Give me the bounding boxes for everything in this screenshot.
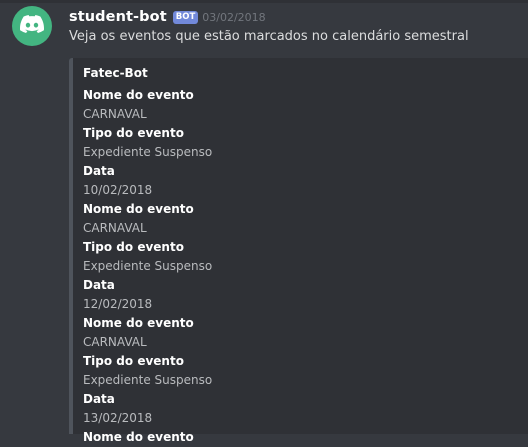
event-name-value: CARNAVAL xyxy=(83,335,147,349)
message-timestamp: 03/02/2018 xyxy=(202,10,266,24)
embed-fields: Nome do evento CARNAVAL Tipo do evento E… xyxy=(83,86,523,447)
message-content: Veja os eventos que estão marcados no ca… xyxy=(69,29,469,44)
username[interactable]: student-bot xyxy=(69,9,167,25)
message-header: student-bot BOT 03/02/2018 xyxy=(69,6,266,28)
avatar[interactable] xyxy=(12,6,52,46)
event-type-value: Expediente Suspenso xyxy=(83,145,213,159)
event-name-label: Nome do evento xyxy=(83,316,194,330)
event-type-label: Tipo do evento xyxy=(83,354,184,368)
event-name-value: CARNAVAL xyxy=(83,107,147,121)
event-type-label: Tipo do evento xyxy=(83,126,184,140)
event-type-value: Expediente Suspenso xyxy=(83,259,213,273)
event-type-label: Tipo do evento xyxy=(83,240,184,254)
bot-embed: Fatec-Bot Nome do evento CARNAVAL Tipo d… xyxy=(69,58,528,444)
discord-logo-icon xyxy=(20,15,45,37)
event-name-label: Nome do evento xyxy=(83,202,194,216)
event-date-label: Data xyxy=(83,392,115,406)
bot-badge: BOT xyxy=(172,10,199,24)
event-name-label: Nome do evento xyxy=(83,430,194,444)
event-date-label: Data xyxy=(83,278,115,292)
event-date-value: 13/02/2018 xyxy=(83,411,153,425)
event-date-value: 10/02/2018 xyxy=(83,183,153,197)
event-date-label: Data xyxy=(83,164,115,178)
chat-message: student-bot BOT 03/02/2018 Veja os event… xyxy=(0,0,528,444)
event-date-value: 12/02/2018 xyxy=(83,297,153,311)
event-name-value: CARNAVAL xyxy=(83,221,147,235)
event-name-label: Nome do evento xyxy=(83,88,194,102)
embed-title: Fatec-Bot xyxy=(83,66,148,80)
event-type-value: Expediente Suspenso xyxy=(83,373,213,387)
